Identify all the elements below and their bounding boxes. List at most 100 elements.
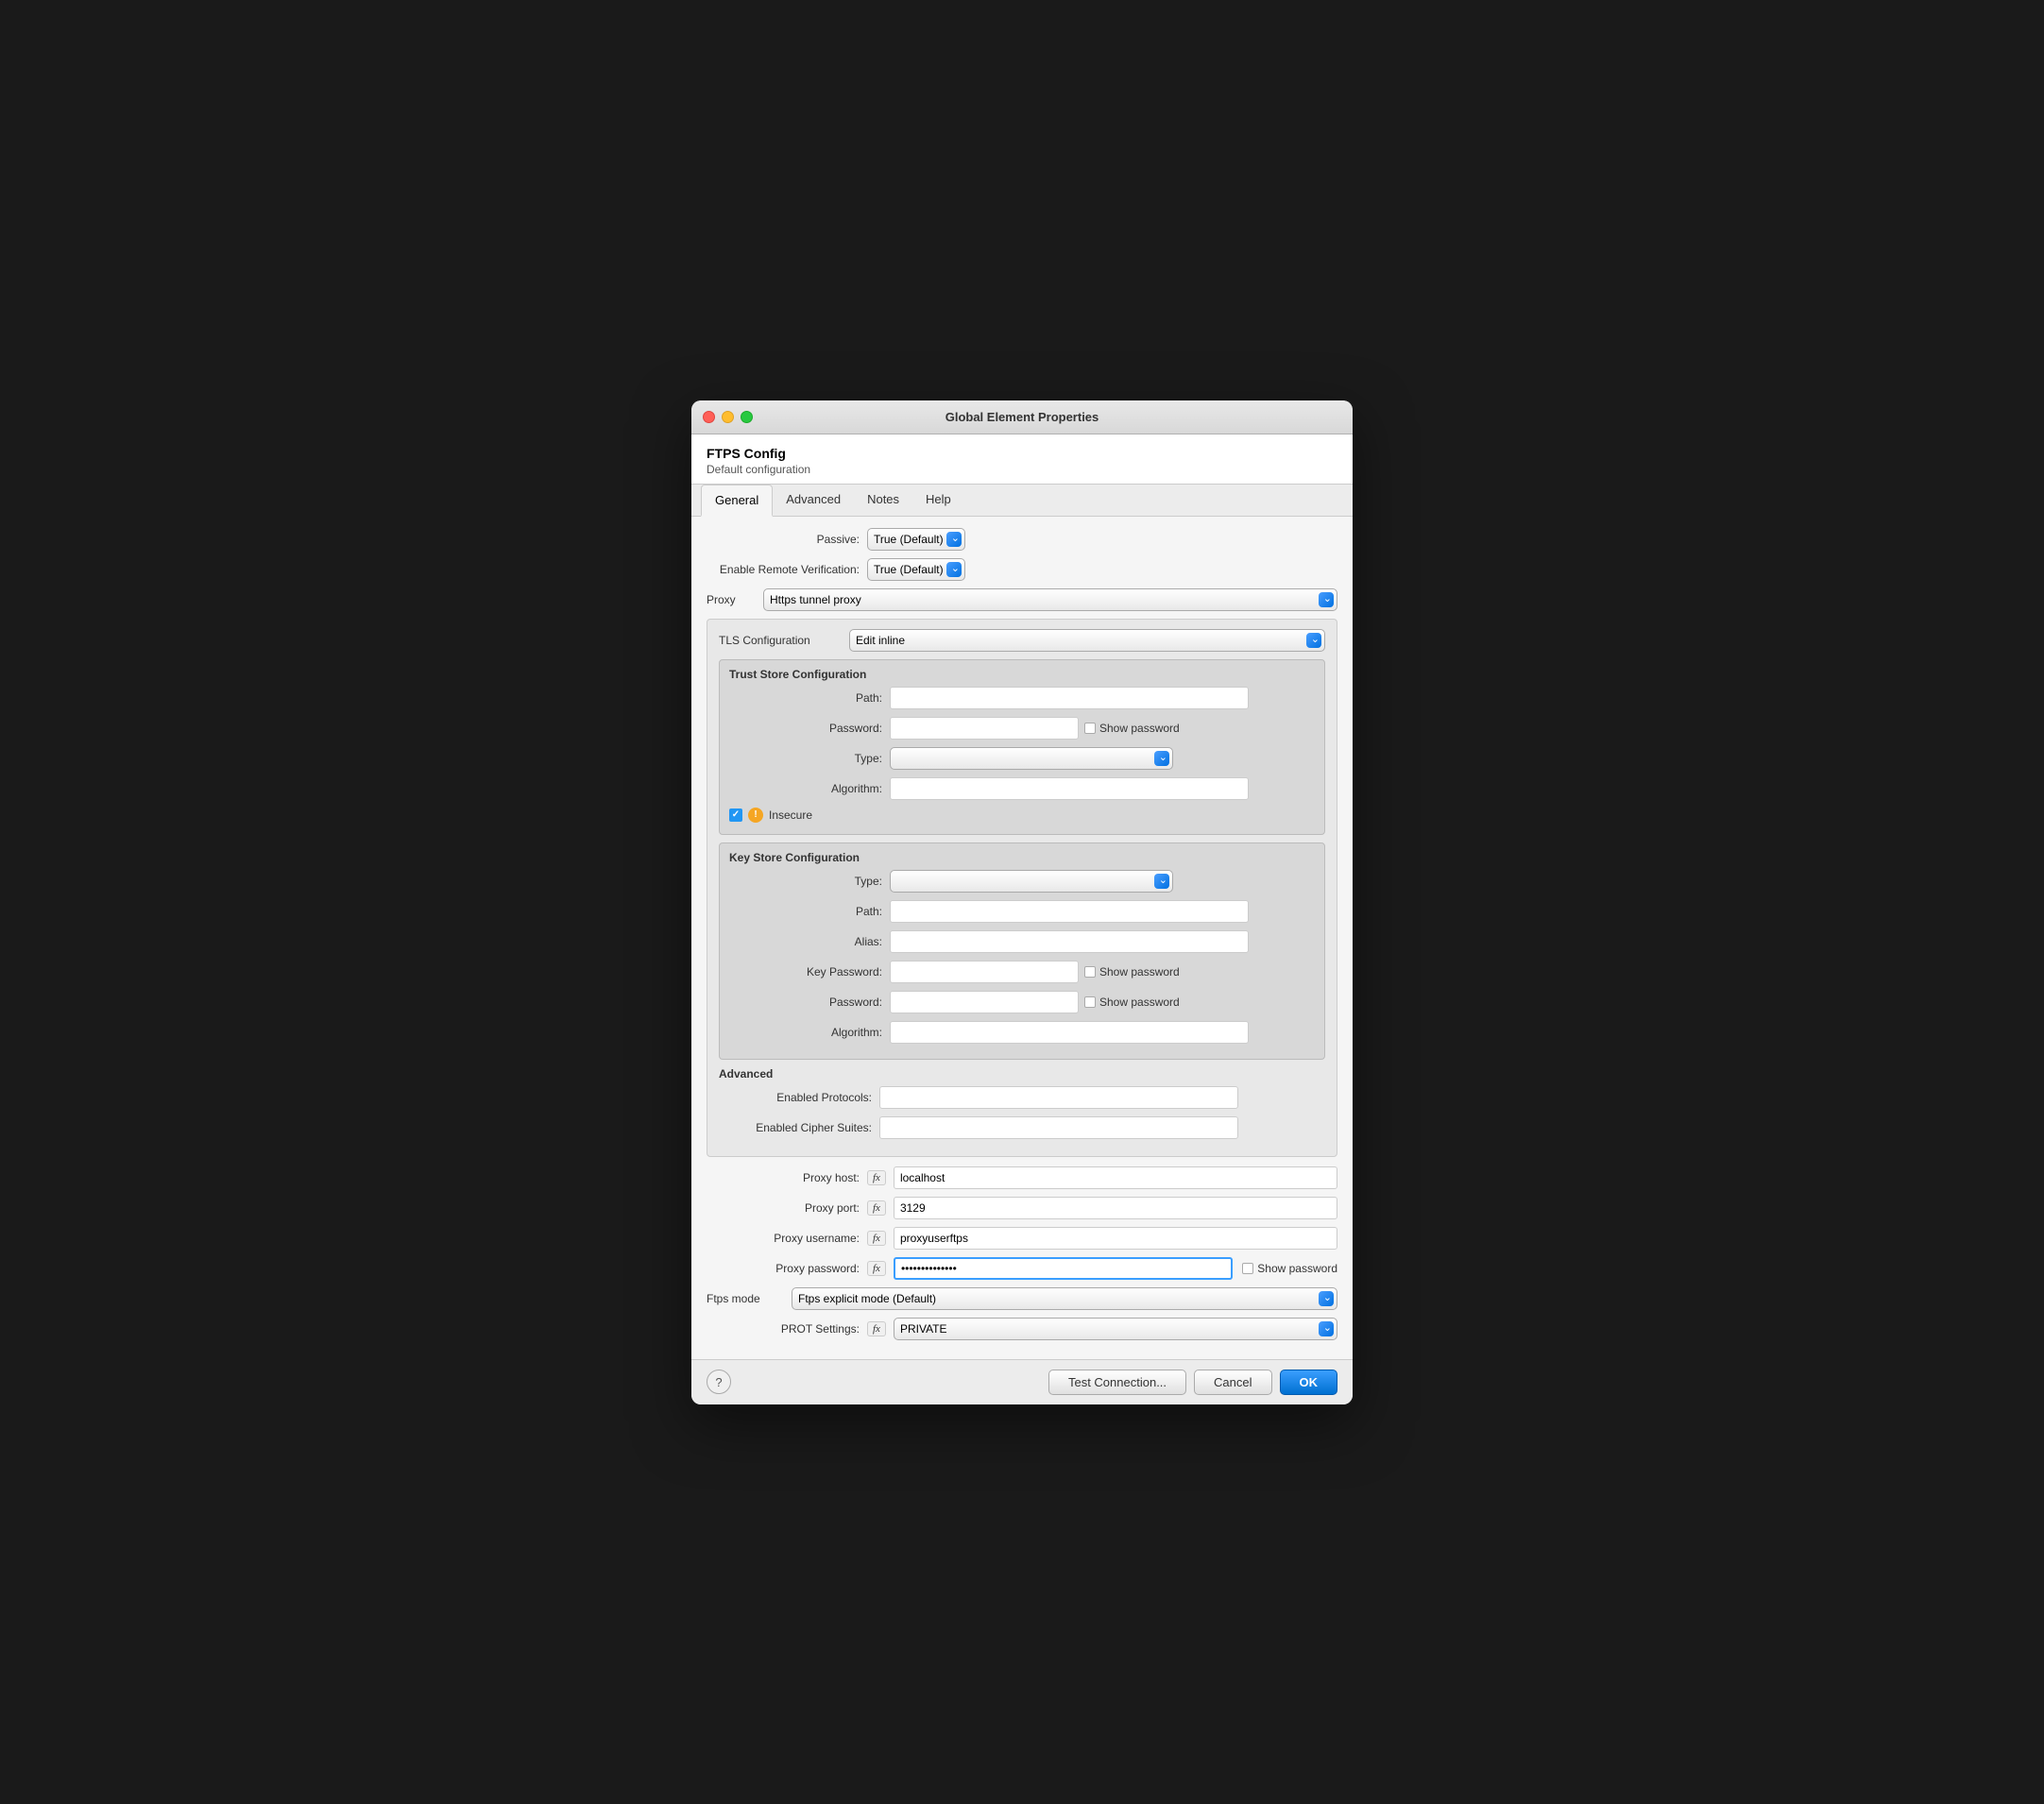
- prot-settings-select[interactable]: PRIVATE: [894, 1318, 1337, 1340]
- app-title: FTPS Config: [707, 446, 1337, 461]
- tab-advanced[interactable]: Advanced: [773, 485, 854, 517]
- key-type-select[interactable]: [890, 870, 1173, 893]
- prot-settings-label: PROT Settings:: [707, 1322, 867, 1336]
- enabled-cipher-input[interactable]: [879, 1116, 1238, 1139]
- tab-notes[interactable]: Notes: [854, 485, 912, 517]
- ftps-mode-select-wrapper: Ftps explicit mode (Default): [792, 1287, 1337, 1310]
- minimize-button[interactable]: [722, 411, 734, 423]
- proxy-password-label: Proxy password:: [707, 1262, 867, 1275]
- enabled-cipher-label: Enabled Cipher Suites:: [719, 1121, 879, 1134]
- cancel-button[interactable]: Cancel: [1194, 1370, 1271, 1395]
- proxy-show-password-label: Show password: [1257, 1262, 1337, 1275]
- key-algorithm-row: Algorithm:: [729, 1021, 1315, 1044]
- enabled-protocols-input[interactable]: [879, 1086, 1238, 1109]
- proxy-password-input[interactable]: [894, 1257, 1233, 1280]
- key-store-title: Key Store Configuration: [729, 851, 1315, 864]
- ftps-mode-label: Ftps mode: [707, 1292, 792, 1305]
- enable-remote-row: Enable Remote Verification: True (Defaul…: [707, 558, 1337, 581]
- proxy-host-row: Proxy host: fx: [707, 1166, 1337, 1189]
- warning-icon: !: [748, 808, 763, 823]
- content-area: Passive: True (Default) Enable Remote Ve…: [691, 517, 1353, 1359]
- proxy-username-row: Proxy username: fx: [707, 1227, 1337, 1250]
- key-password-input[interactable]: [890, 961, 1079, 983]
- key-alias-input[interactable]: [890, 930, 1249, 953]
- tls-section-box: TLS Configuration Edit inline Trust Stor…: [707, 619, 1337, 1157]
- proxy-label: Proxy: [707, 593, 763, 606]
- proxy-show-password-checkbox[interactable]: [1242, 1263, 1253, 1274]
- trust-algorithm-input[interactable]: [890, 777, 1249, 800]
- trust-show-password-checkbox[interactable]: [1084, 723, 1096, 734]
- title-bar: Global Element Properties: [691, 400, 1353, 434]
- trust-store-section: Trust Store Configuration Path: Password…: [719, 659, 1325, 835]
- passive-select[interactable]: True (Default): [867, 528, 965, 551]
- ftps-mode-row: Ftps mode Ftps explicit mode (Default): [707, 1287, 1337, 1310]
- key-path-label: Path:: [729, 905, 890, 918]
- key-show-password-checkbox[interactable]: [1084, 966, 1096, 978]
- prot-settings-select-wrapper: PRIVATE: [894, 1318, 1337, 1340]
- proxy-port-input[interactable]: [894, 1197, 1337, 1219]
- tls-config-select-wrapper: Edit inline: [849, 629, 1325, 652]
- trust-type-select[interactable]: [890, 747, 1173, 770]
- trust-show-password-label: Show password: [1099, 722, 1180, 735]
- proxy-host-input[interactable]: [894, 1166, 1337, 1189]
- proxy-port-fx-badge: fx: [867, 1200, 886, 1216]
- proxy-select[interactable]: Https tunnel proxy: [763, 588, 1337, 611]
- passive-select-wrapper: True (Default): [867, 528, 965, 551]
- proxy-username-input[interactable]: [894, 1227, 1337, 1250]
- tab-help[interactable]: Help: [912, 485, 964, 517]
- enable-remote-label: Enable Remote Verification:: [707, 563, 867, 576]
- close-button[interactable]: [703, 411, 715, 423]
- window-header: FTPS Config Default configuration: [691, 434, 1353, 485]
- insecure-row: ! Insecure: [729, 808, 1315, 823]
- enabled-protocols-label: Enabled Protocols:: [719, 1091, 879, 1104]
- prot-settings-fx-badge: fx: [867, 1321, 886, 1336]
- footer-buttons: Test Connection... Cancel OK: [1048, 1370, 1337, 1395]
- help-button[interactable]: ?: [707, 1370, 731, 1394]
- key-path-input[interactable]: [890, 900, 1249, 923]
- enable-remote-select[interactable]: True (Default): [867, 558, 965, 581]
- tls-config-label: TLS Configuration: [719, 634, 842, 647]
- trust-password-row: Password: Show password: [729, 717, 1315, 740]
- proxy-show-password-row: Show password: [1242, 1262, 1337, 1275]
- proxy-username-label: Proxy username:: [707, 1232, 867, 1245]
- trust-password-input[interactable]: [890, 717, 1079, 740]
- main-window: Global Element Properties FTPS Config De…: [691, 400, 1353, 1404]
- proxy-password-row: Proxy password: fx Show password: [707, 1257, 1337, 1280]
- prot-settings-row: PROT Settings: fx PRIVATE: [707, 1318, 1337, 1340]
- key-show-password-row: Show password: [1084, 965, 1180, 979]
- key-store-show-password-label: Show password: [1099, 996, 1180, 1009]
- key-store-section: Key Store Configuration Type: Path: Alia…: [719, 842, 1325, 1060]
- tab-general[interactable]: General: [701, 485, 773, 517]
- key-alias-label: Alias:: [729, 935, 890, 948]
- proxy-row: Proxy Https tunnel proxy: [707, 588, 1337, 611]
- window-title: Global Element Properties: [945, 410, 1099, 424]
- test-connection-button[interactable]: Test Connection...: [1048, 1370, 1186, 1395]
- proxy-username-input-wrapper: fx: [867, 1227, 1337, 1250]
- enable-remote-select-wrapper: True (Default): [867, 558, 965, 581]
- ok-button[interactable]: OK: [1280, 1370, 1338, 1395]
- advanced-subsection: Advanced Enabled Protocols: Enabled Ciph…: [719, 1067, 1325, 1139]
- ftps-mode-select[interactable]: Ftps explicit mode (Default): [792, 1287, 1337, 1310]
- trust-path-row: Path:: [729, 687, 1315, 709]
- passive-label: Passive:: [707, 533, 867, 546]
- key-store-show-password-row: Show password: [1084, 996, 1180, 1009]
- key-show-password-label: Show password: [1099, 965, 1180, 979]
- prot-settings-input-wrapper: fx PRIVATE: [867, 1318, 1337, 1340]
- key-store-password-row: Password: Show password: [729, 991, 1315, 1013]
- proxy-host-input-wrapper: fx: [867, 1166, 1337, 1189]
- key-store-show-password-checkbox[interactable]: [1084, 996, 1096, 1008]
- tls-config-select[interactable]: Edit inline: [849, 629, 1325, 652]
- trust-path-input[interactable]: [890, 687, 1249, 709]
- key-password-row: Key Password: Show password: [729, 961, 1315, 983]
- key-store-password-label: Password:: [729, 996, 890, 1009]
- trust-algorithm-row: Algorithm:: [729, 777, 1315, 800]
- key-store-password-input[interactable]: [890, 991, 1079, 1013]
- tabs-bar: General Advanced Notes Help: [691, 485, 1353, 517]
- footer: ? Test Connection... Cancel OK: [691, 1359, 1353, 1404]
- maximize-button[interactable]: [741, 411, 753, 423]
- insecure-label: Insecure: [769, 808, 812, 822]
- trust-type-row: Type:: [729, 747, 1315, 770]
- key-algorithm-input[interactable]: [890, 1021, 1249, 1044]
- proxy-select-wrapper: Https tunnel proxy: [763, 588, 1337, 611]
- insecure-checkbox[interactable]: [729, 808, 742, 822]
